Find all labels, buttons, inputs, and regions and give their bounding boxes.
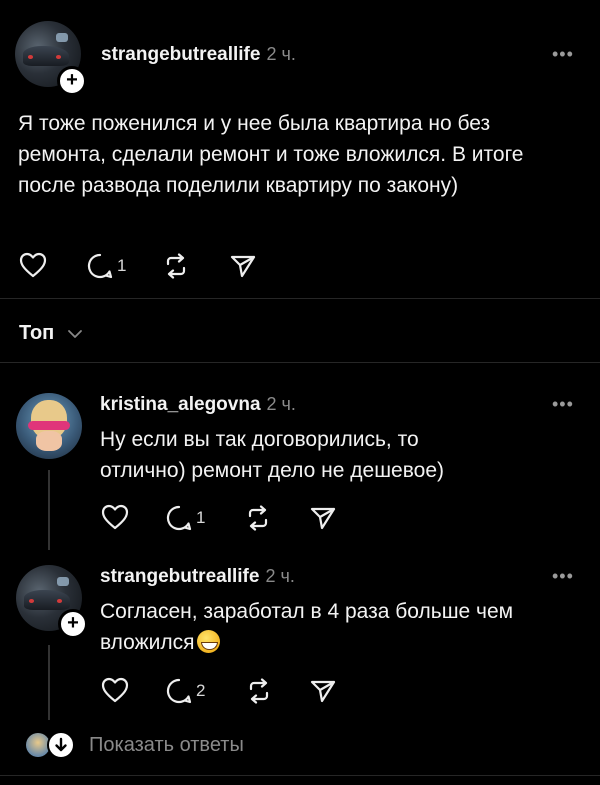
reply1-time: 2 ч. [266, 394, 296, 414]
reply1-text: Ну если вы так договорились, то отлично)… [100, 428, 445, 482]
comment-icon[interactable] [165, 677, 193, 705]
reply2-username[interactable]: strangebutreallife [100, 566, 259, 587]
sort-label: Топ [19, 322, 55, 344]
reply2-more-icon[interactable]: ••• [552, 566, 574, 587]
reply2-header: strangebutreallife 2 ч. [100, 566, 295, 588]
chevron-down-icon[interactable] [67, 328, 83, 340]
post-header: strangebutreallife 2 ч. [101, 44, 296, 66]
thread-line [48, 645, 50, 720]
reply2-text-line1: Согласен, заработал в 4 раза больше чем [100, 600, 514, 623]
reply1-header: kristina_alegovna 2 ч. [100, 394, 296, 416]
reply1-avatar[interactable] [16, 393, 82, 459]
comment-icon[interactable] [165, 504, 193, 532]
arrow-down-icon [47, 731, 75, 759]
comment-count: 2 [196, 681, 206, 700]
heart-icon[interactable] [19, 252, 47, 278]
heart-icon[interactable] [101, 504, 129, 530]
follow-plus-icon[interactable]: + [58, 609, 88, 639]
sort-dropdown[interactable]: Топ [19, 322, 54, 345]
divider [0, 775, 600, 776]
comment-count: 1 [196, 508, 206, 527]
send-icon[interactable] [309, 677, 337, 705]
reply1-more-icon[interactable]: ••• [552, 394, 574, 415]
repost-icon[interactable] [162, 252, 190, 280]
reply2-time: 2 ч. [265, 566, 295, 586]
post-time: 2 ч. [266, 44, 296, 64]
divider [0, 298, 600, 299]
follow-plus-icon[interactable]: + [57, 66, 87, 96]
comment-count: 1 [117, 256, 127, 275]
post-text: Я тоже поженился и у нее была квартира н… [18, 112, 524, 197]
send-icon[interactable] [229, 252, 257, 280]
send-icon[interactable] [309, 504, 337, 532]
show-replies-button[interactable]: Показать ответы [89, 734, 244, 757]
comment-icon[interactable] [86, 252, 114, 280]
heart-icon[interactable] [101, 677, 129, 703]
reply1-username[interactable]: kristina_alegovna [100, 394, 261, 415]
reply2-text-line2: вложился [100, 631, 195, 654]
repost-icon[interactable] [244, 504, 272, 532]
thread-line [48, 470, 50, 550]
divider [0, 362, 600, 363]
repost-icon[interactable] [245, 677, 273, 705]
post-username[interactable]: strangebutreallife [101, 44, 260, 65]
reply2-text: Согласен, заработал в 4 раза больше чем … [100, 596, 580, 658]
post-more-icon[interactable]: ••• [552, 44, 574, 65]
grinning-face-emoji [196, 630, 220, 653]
